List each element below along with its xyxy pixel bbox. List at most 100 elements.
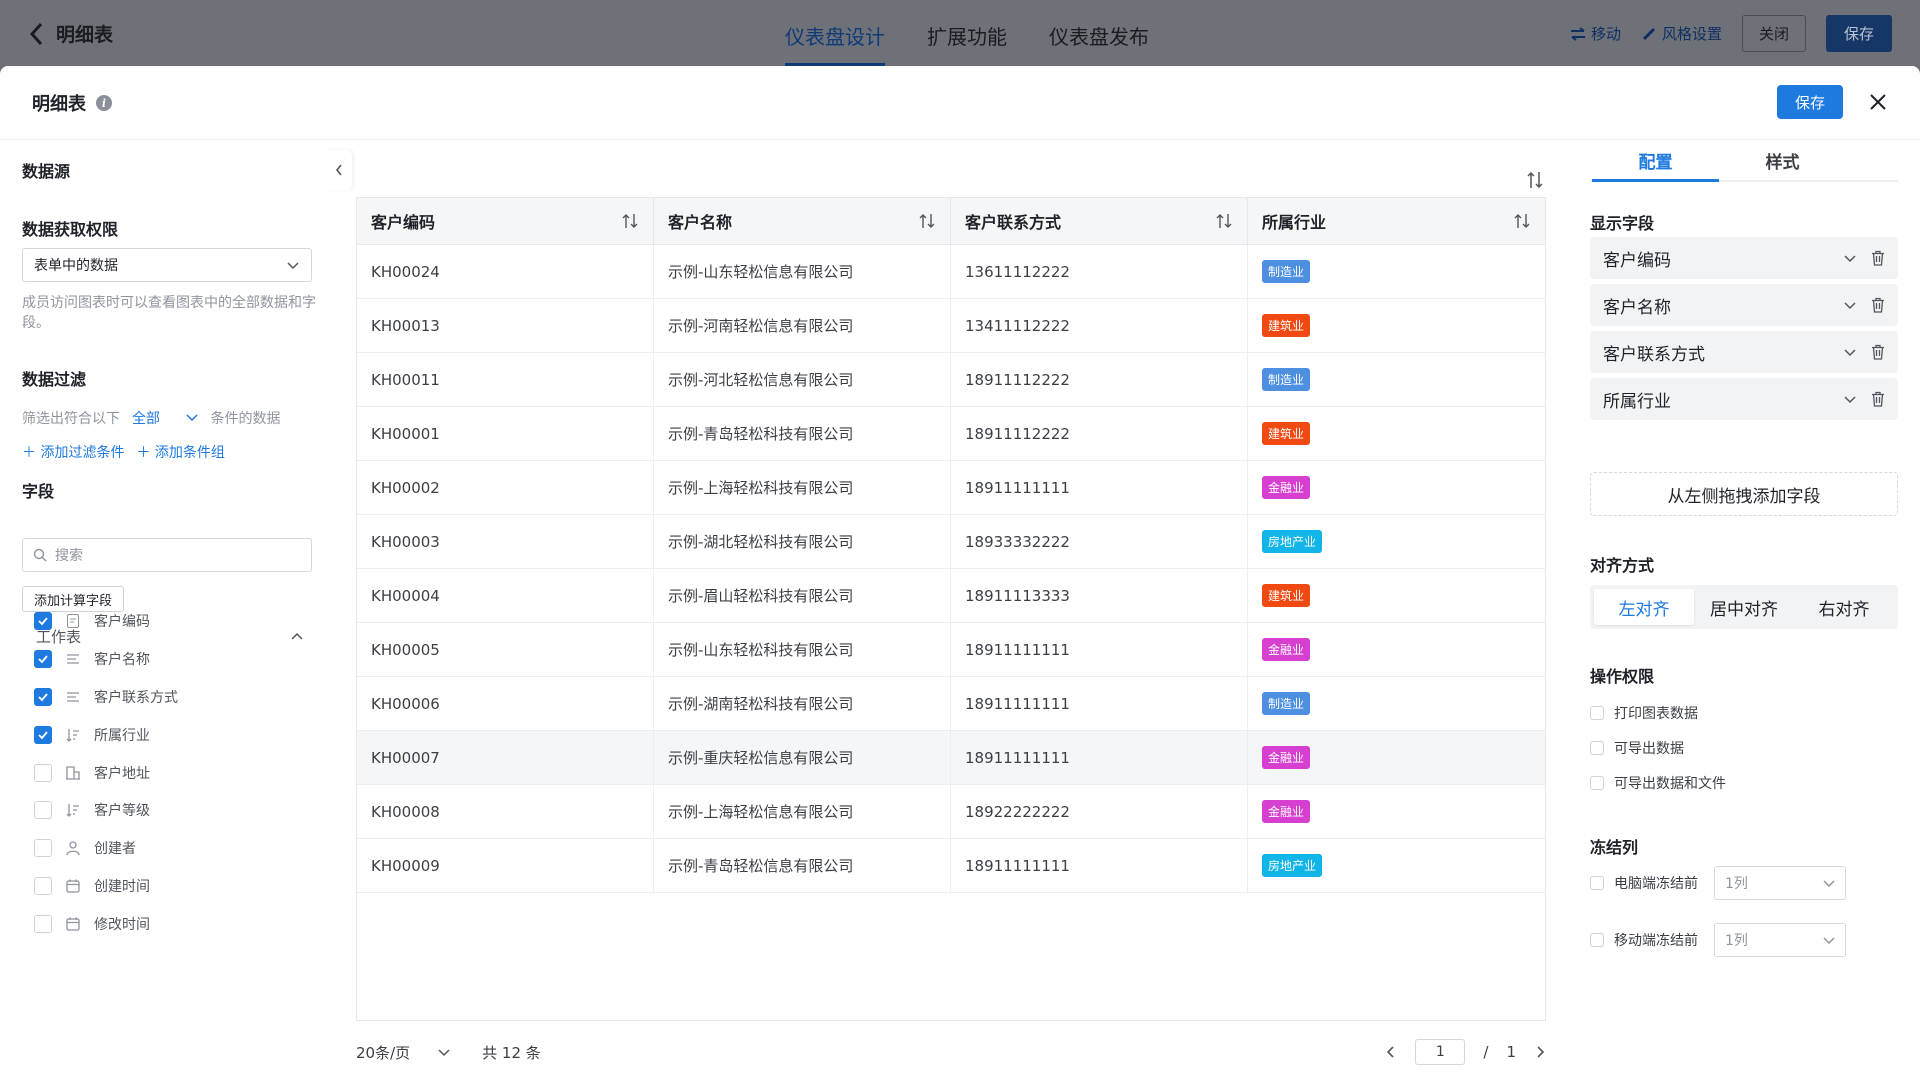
table-row[interactable]: KH00007 示例-重庆轻松信息有限公司 18911111111 金融业	[357, 731, 1545, 785]
industry-tag: 建筑业	[1262, 422, 1311, 445]
align-center-option[interactable]: 居中对齐	[1694, 589, 1794, 625]
field-item[interactable]: 修改时间	[34, 906, 314, 942]
tab-dashboard-publish[interactable]: 仪表盘发布	[1049, 0, 1149, 66]
checkbox[interactable]	[1590, 776, 1604, 790]
move-button[interactable]: 移动	[1570, 23, 1621, 44]
table-row[interactable]: KH00001 示例-青岛轻松科技有限公司 18911112222 建筑业	[357, 407, 1545, 461]
freeze-mobile-select[interactable]: 1列	[1714, 923, 1846, 957]
field-checkbox[interactable]	[34, 650, 52, 668]
sort-icon[interactable]	[918, 212, 936, 230]
freeze-desktop-select[interactable]: 1列	[1714, 866, 1846, 900]
chevron-down-icon	[287, 262, 299, 270]
field-search-input[interactable]: 搜索	[22, 538, 312, 572]
column-header[interactable]: 客户名称	[654, 198, 951, 244]
top-save-button[interactable]: 保存	[1825, 15, 1892, 52]
next-page-icon[interactable]	[1534, 1045, 1546, 1059]
display-field-item[interactable]: 客户编码	[1590, 237, 1898, 279]
checkbox[interactable]	[1590, 706, 1604, 720]
field-checkbox[interactable]	[34, 877, 52, 895]
sort-icon[interactable]	[621, 212, 639, 230]
trash-icon[interactable]	[1871, 297, 1885, 313]
field-item[interactable]: 创建者	[34, 830, 314, 866]
table-row[interactable]: KH00024 示例-山东轻松信息有限公司 13611112222 制造业	[357, 245, 1545, 299]
tab-extensions[interactable]: 扩展功能	[927, 0, 1007, 66]
trash-icon[interactable]	[1871, 391, 1885, 407]
table-row[interactable]: KH00011 示例-河北轻松信息有限公司 18911112222 制造业	[357, 353, 1545, 407]
chevron-down-icon[interactable]	[1843, 298, 1857, 312]
field-checkbox[interactable]	[34, 726, 52, 744]
tab-config[interactable]: 配置	[1592, 140, 1719, 182]
table-row[interactable]: KH00004 示例-眉山轻松科技有限公司 18911113333 建筑业	[357, 569, 1545, 623]
trash-icon[interactable]	[1871, 250, 1885, 266]
filter-mode-select[interactable]: 全部	[132, 408, 198, 428]
field-label: 修改时间	[94, 917, 150, 933]
sort-icon[interactable]	[1526, 169, 1544, 191]
column-header-label: 客户联系方式	[965, 213, 1062, 232]
table-row[interactable]: KH00008 示例-上海轻松信息有限公司 18922222222 金融业	[357, 785, 1545, 839]
collapse-panel-button[interactable]	[326, 150, 352, 190]
field-item[interactable]: 客户编码	[34, 603, 314, 639]
align-right-option[interactable]: 右对齐	[1794, 589, 1894, 625]
add-group-button[interactable]: ＋ 添加条件组	[136, 442, 224, 462]
checkbox[interactable]	[1590, 741, 1604, 755]
align-left-option[interactable]: 左对齐	[1594, 589, 1694, 625]
column-header[interactable]: 所属行业	[1248, 198, 1545, 244]
table-row[interactable]: KH00013 示例-河南轻松信息有限公司 13411112222 建筑业	[357, 299, 1545, 353]
table-cell: KH00013	[357, 299, 654, 352]
field-item[interactable]: 客户联系方式	[34, 679, 314, 715]
industry-tag: 金融业	[1262, 800, 1311, 823]
field-item[interactable]: 所属行业	[34, 717, 314, 753]
field-label: 创建者	[94, 841, 136, 857]
back-button[interactable]: 明细表	[28, 20, 113, 47]
chevron-down-icon[interactable]	[1843, 345, 1857, 359]
display-field-item[interactable]: 所属行业	[1590, 378, 1898, 420]
display-field-item[interactable]: 客户名称	[1590, 284, 1898, 326]
field-item[interactable]: 客户等级	[34, 792, 314, 828]
perm-label: 可导出数据	[1614, 741, 1684, 757]
field-checkbox[interactable]	[34, 688, 52, 706]
page-size-select[interactable]: 20条/页	[356, 1042, 450, 1063]
tab-style[interactable]: 样式	[1719, 140, 1846, 180]
sort-icon[interactable]	[1215, 212, 1233, 230]
chevron-down-icon[interactable]	[1843, 251, 1857, 265]
field-item[interactable]: 创建时间	[34, 868, 314, 904]
perm-export-files-checkbox[interactable]: 可导出数据和文件	[1590, 773, 1726, 793]
table-cell: KH00006	[357, 677, 654, 730]
display-field-label: 客户联系方式	[1603, 344, 1705, 365]
trash-icon[interactable]	[1871, 344, 1885, 360]
modal-save-button[interactable]: 保存	[1777, 85, 1843, 119]
permission-select[interactable]: 表单中的数据	[22, 248, 312, 282]
display-field-item[interactable]: 客户联系方式	[1590, 331, 1898, 373]
field-checkbox[interactable]	[34, 801, 52, 819]
table-row[interactable]: KH00003 示例-湖北轻松科技有限公司 18933332222 房地产业	[357, 515, 1545, 569]
field-item[interactable]: 客户名称	[34, 641, 314, 677]
close-button[interactable]: 关闭	[1741, 15, 1806, 52]
tab-dashboard-design[interactable]: 仪表盘设计	[785, 0, 885, 66]
info-icon[interactable]: i	[96, 95, 112, 111]
column-header[interactable]: 客户编码	[357, 198, 654, 244]
column-header[interactable]: 客户联系方式	[951, 198, 1248, 244]
table-row[interactable]: KH00002 示例-上海轻松科技有限公司 18911111111 金融业	[357, 461, 1545, 515]
table-row[interactable]: KH00005 示例-山东轻松科技有限公司 18911111111 金融业	[357, 623, 1545, 677]
field-checkbox[interactable]	[34, 764, 52, 782]
chevron-down-icon[interactable]	[1843, 392, 1857, 406]
table-cell: 18911111111	[951, 623, 1248, 676]
page-number-input[interactable]: 1	[1415, 1039, 1466, 1065]
style-settings-button[interactable]: 风格设置	[1641, 23, 1722, 44]
add-filter-button[interactable]: ＋ 添加过滤条件	[22, 442, 124, 462]
field-item[interactable]: 客户地址	[34, 755, 314, 791]
table-row[interactable]: KH00009 示例-青岛轻松信息有限公司 18911111111 房地产业	[357, 839, 1545, 893]
checkbox[interactable]	[1590, 876, 1604, 890]
perm-export-checkbox[interactable]: 可导出数据	[1590, 738, 1684, 758]
field-checkbox[interactable]	[34, 839, 52, 857]
prev-page-icon[interactable]	[1385, 1045, 1397, 1059]
field-checkbox[interactable]	[34, 915, 52, 933]
perm-print-checkbox[interactable]: 打印图表数据	[1590, 703, 1698, 723]
field-dropzone[interactable]: 从左侧拖拽添加字段	[1590, 472, 1898, 516]
table-row[interactable]: KH00006 示例-湖南轻松科技有限公司 18911111111 制造业	[357, 677, 1545, 731]
checkbox[interactable]	[1590, 933, 1604, 947]
field-checkbox[interactable]	[34, 612, 52, 630]
close-icon[interactable]	[1866, 90, 1890, 114]
sort-icon[interactable]	[1513, 212, 1531, 230]
table-cell: KH00003	[357, 515, 654, 568]
